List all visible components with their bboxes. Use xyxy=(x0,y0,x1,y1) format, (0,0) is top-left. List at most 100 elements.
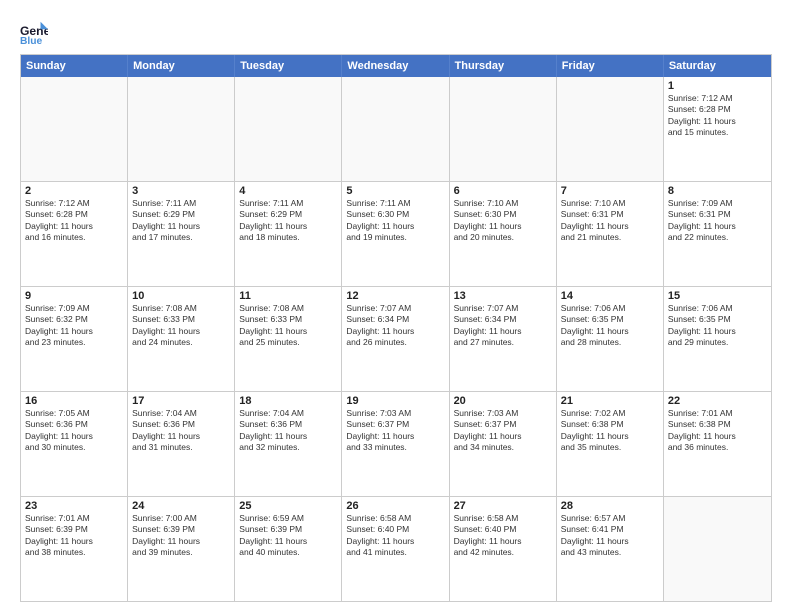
day-cell: 22Sunrise: 7:01 AM Sunset: 6:38 PM Dayli… xyxy=(664,392,771,496)
day-number: 26 xyxy=(346,500,444,512)
day-number: 16 xyxy=(25,395,123,407)
day-info: Sunrise: 7:12 AM Sunset: 6:28 PM Dayligh… xyxy=(668,93,767,139)
day-info: Sunrise: 7:11 AM Sunset: 6:30 PM Dayligh… xyxy=(346,198,444,244)
week-row: 23Sunrise: 7:01 AM Sunset: 6:39 PM Dayli… xyxy=(21,496,771,601)
day-info: Sunrise: 7:07 AM Sunset: 6:34 PM Dayligh… xyxy=(454,303,552,349)
day-header: Thursday xyxy=(450,55,557,77)
day-cell: 11Sunrise: 7:08 AM Sunset: 6:33 PM Dayli… xyxy=(235,287,342,391)
day-info: Sunrise: 7:11 AM Sunset: 6:29 PM Dayligh… xyxy=(132,198,230,244)
logo-icon: General Blue xyxy=(20,18,48,46)
day-cell xyxy=(21,77,128,181)
day-cell: 24Sunrise: 7:00 AM Sunset: 6:39 PM Dayli… xyxy=(128,497,235,601)
week-row: 9Sunrise: 7:09 AM Sunset: 6:32 PM Daylig… xyxy=(21,286,771,391)
day-cell: 28Sunrise: 6:57 AM Sunset: 6:41 PM Dayli… xyxy=(557,497,664,601)
day-number: 25 xyxy=(239,500,337,512)
day-number: 27 xyxy=(454,500,552,512)
day-info: Sunrise: 7:12 AM Sunset: 6:28 PM Dayligh… xyxy=(25,198,123,244)
day-cell: 16Sunrise: 7:05 AM Sunset: 6:36 PM Dayli… xyxy=(21,392,128,496)
day-header: Sunday xyxy=(21,55,128,77)
week-row: 16Sunrise: 7:05 AM Sunset: 6:36 PM Dayli… xyxy=(21,391,771,496)
day-cell: 5Sunrise: 7:11 AM Sunset: 6:30 PM Daylig… xyxy=(342,182,449,286)
day-info: Sunrise: 7:04 AM Sunset: 6:36 PM Dayligh… xyxy=(239,408,337,454)
day-info: Sunrise: 6:57 AM Sunset: 6:41 PM Dayligh… xyxy=(561,513,659,559)
day-number: 7 xyxy=(561,185,659,197)
day-header: Tuesday xyxy=(235,55,342,77)
day-info: Sunrise: 7:06 AM Sunset: 6:35 PM Dayligh… xyxy=(668,303,767,349)
day-number: 11 xyxy=(239,290,337,302)
day-info: Sunrise: 6:58 AM Sunset: 6:40 PM Dayligh… xyxy=(346,513,444,559)
day-number: 2 xyxy=(25,185,123,197)
day-cell: 15Sunrise: 7:06 AM Sunset: 6:35 PM Dayli… xyxy=(664,287,771,391)
day-info: Sunrise: 7:03 AM Sunset: 6:37 PM Dayligh… xyxy=(346,408,444,454)
day-cell xyxy=(664,497,771,601)
day-cell: 1Sunrise: 7:12 AM Sunset: 6:28 PM Daylig… xyxy=(664,77,771,181)
day-cell: 13Sunrise: 7:07 AM Sunset: 6:34 PM Dayli… xyxy=(450,287,557,391)
logo: General Blue xyxy=(20,18,52,46)
day-number: 10 xyxy=(132,290,230,302)
day-cell: 18Sunrise: 7:04 AM Sunset: 6:36 PM Dayli… xyxy=(235,392,342,496)
day-number: 12 xyxy=(346,290,444,302)
day-info: Sunrise: 7:11 AM Sunset: 6:29 PM Dayligh… xyxy=(239,198,337,244)
day-number: 22 xyxy=(668,395,767,407)
day-info: Sunrise: 7:01 AM Sunset: 6:39 PM Dayligh… xyxy=(25,513,123,559)
day-cell: 7Sunrise: 7:10 AM Sunset: 6:31 PM Daylig… xyxy=(557,182,664,286)
svg-text:Blue: Blue xyxy=(20,36,43,46)
day-headers: SundayMondayTuesdayWednesdayThursdayFrid… xyxy=(21,55,771,77)
day-cell: 23Sunrise: 7:01 AM Sunset: 6:39 PM Dayli… xyxy=(21,497,128,601)
day-cell: 8Sunrise: 7:09 AM Sunset: 6:31 PM Daylig… xyxy=(664,182,771,286)
day-cell: 4Sunrise: 7:11 AM Sunset: 6:29 PM Daylig… xyxy=(235,182,342,286)
day-cell: 20Sunrise: 7:03 AM Sunset: 6:37 PM Dayli… xyxy=(450,392,557,496)
week-row: 1Sunrise: 7:12 AM Sunset: 6:28 PM Daylig… xyxy=(21,77,771,181)
day-number: 9 xyxy=(25,290,123,302)
header: General Blue xyxy=(20,18,772,46)
day-number: 14 xyxy=(561,290,659,302)
day-cell: 26Sunrise: 6:58 AM Sunset: 6:40 PM Dayli… xyxy=(342,497,449,601)
day-cell: 6Sunrise: 7:10 AM Sunset: 6:30 PM Daylig… xyxy=(450,182,557,286)
day-number: 19 xyxy=(346,395,444,407)
day-info: Sunrise: 7:08 AM Sunset: 6:33 PM Dayligh… xyxy=(239,303,337,349)
day-cell xyxy=(342,77,449,181)
day-info: Sunrise: 6:58 AM Sunset: 6:40 PM Dayligh… xyxy=(454,513,552,559)
day-number: 3 xyxy=(132,185,230,197)
day-cell xyxy=(235,77,342,181)
day-number: 1 xyxy=(668,80,767,92)
day-info: Sunrise: 7:05 AM Sunset: 6:36 PM Dayligh… xyxy=(25,408,123,454)
day-number: 21 xyxy=(561,395,659,407)
day-info: Sunrise: 7:07 AM Sunset: 6:34 PM Dayligh… xyxy=(346,303,444,349)
day-number: 23 xyxy=(25,500,123,512)
day-number: 4 xyxy=(239,185,337,197)
day-info: Sunrise: 7:09 AM Sunset: 6:32 PM Dayligh… xyxy=(25,303,123,349)
day-cell: 17Sunrise: 7:04 AM Sunset: 6:36 PM Dayli… xyxy=(128,392,235,496)
day-number: 20 xyxy=(454,395,552,407)
day-cell: 12Sunrise: 7:07 AM Sunset: 6:34 PM Dayli… xyxy=(342,287,449,391)
day-header: Wednesday xyxy=(342,55,449,77)
page: General Blue SundayMondayTuesdayWednesda… xyxy=(0,0,792,612)
day-number: 17 xyxy=(132,395,230,407)
day-header: Friday xyxy=(557,55,664,77)
day-info: Sunrise: 7:08 AM Sunset: 6:33 PM Dayligh… xyxy=(132,303,230,349)
day-info: Sunrise: 7:10 AM Sunset: 6:31 PM Dayligh… xyxy=(561,198,659,244)
day-cell: 21Sunrise: 7:02 AM Sunset: 6:38 PM Dayli… xyxy=(557,392,664,496)
day-cell: 25Sunrise: 6:59 AM Sunset: 6:39 PM Dayli… xyxy=(235,497,342,601)
day-header: Saturday xyxy=(664,55,771,77)
day-cell: 10Sunrise: 7:08 AM Sunset: 6:33 PM Dayli… xyxy=(128,287,235,391)
day-number: 5 xyxy=(346,185,444,197)
day-header: Monday xyxy=(128,55,235,77)
day-info: Sunrise: 7:03 AM Sunset: 6:37 PM Dayligh… xyxy=(454,408,552,454)
day-cell: 27Sunrise: 6:58 AM Sunset: 6:40 PM Dayli… xyxy=(450,497,557,601)
week-row: 2Sunrise: 7:12 AM Sunset: 6:28 PM Daylig… xyxy=(21,181,771,286)
day-number: 24 xyxy=(132,500,230,512)
day-info: Sunrise: 7:09 AM Sunset: 6:31 PM Dayligh… xyxy=(668,198,767,244)
day-cell: 3Sunrise: 7:11 AM Sunset: 6:29 PM Daylig… xyxy=(128,182,235,286)
day-cell xyxy=(557,77,664,181)
day-number: 28 xyxy=(561,500,659,512)
day-info: Sunrise: 7:02 AM Sunset: 6:38 PM Dayligh… xyxy=(561,408,659,454)
day-number: 15 xyxy=(668,290,767,302)
day-cell: 2Sunrise: 7:12 AM Sunset: 6:28 PM Daylig… xyxy=(21,182,128,286)
day-cell xyxy=(450,77,557,181)
day-number: 6 xyxy=(454,185,552,197)
day-cell: 14Sunrise: 7:06 AM Sunset: 6:35 PM Dayli… xyxy=(557,287,664,391)
day-info: Sunrise: 7:06 AM Sunset: 6:35 PM Dayligh… xyxy=(561,303,659,349)
day-info: Sunrise: 7:10 AM Sunset: 6:30 PM Dayligh… xyxy=(454,198,552,244)
day-cell xyxy=(128,77,235,181)
